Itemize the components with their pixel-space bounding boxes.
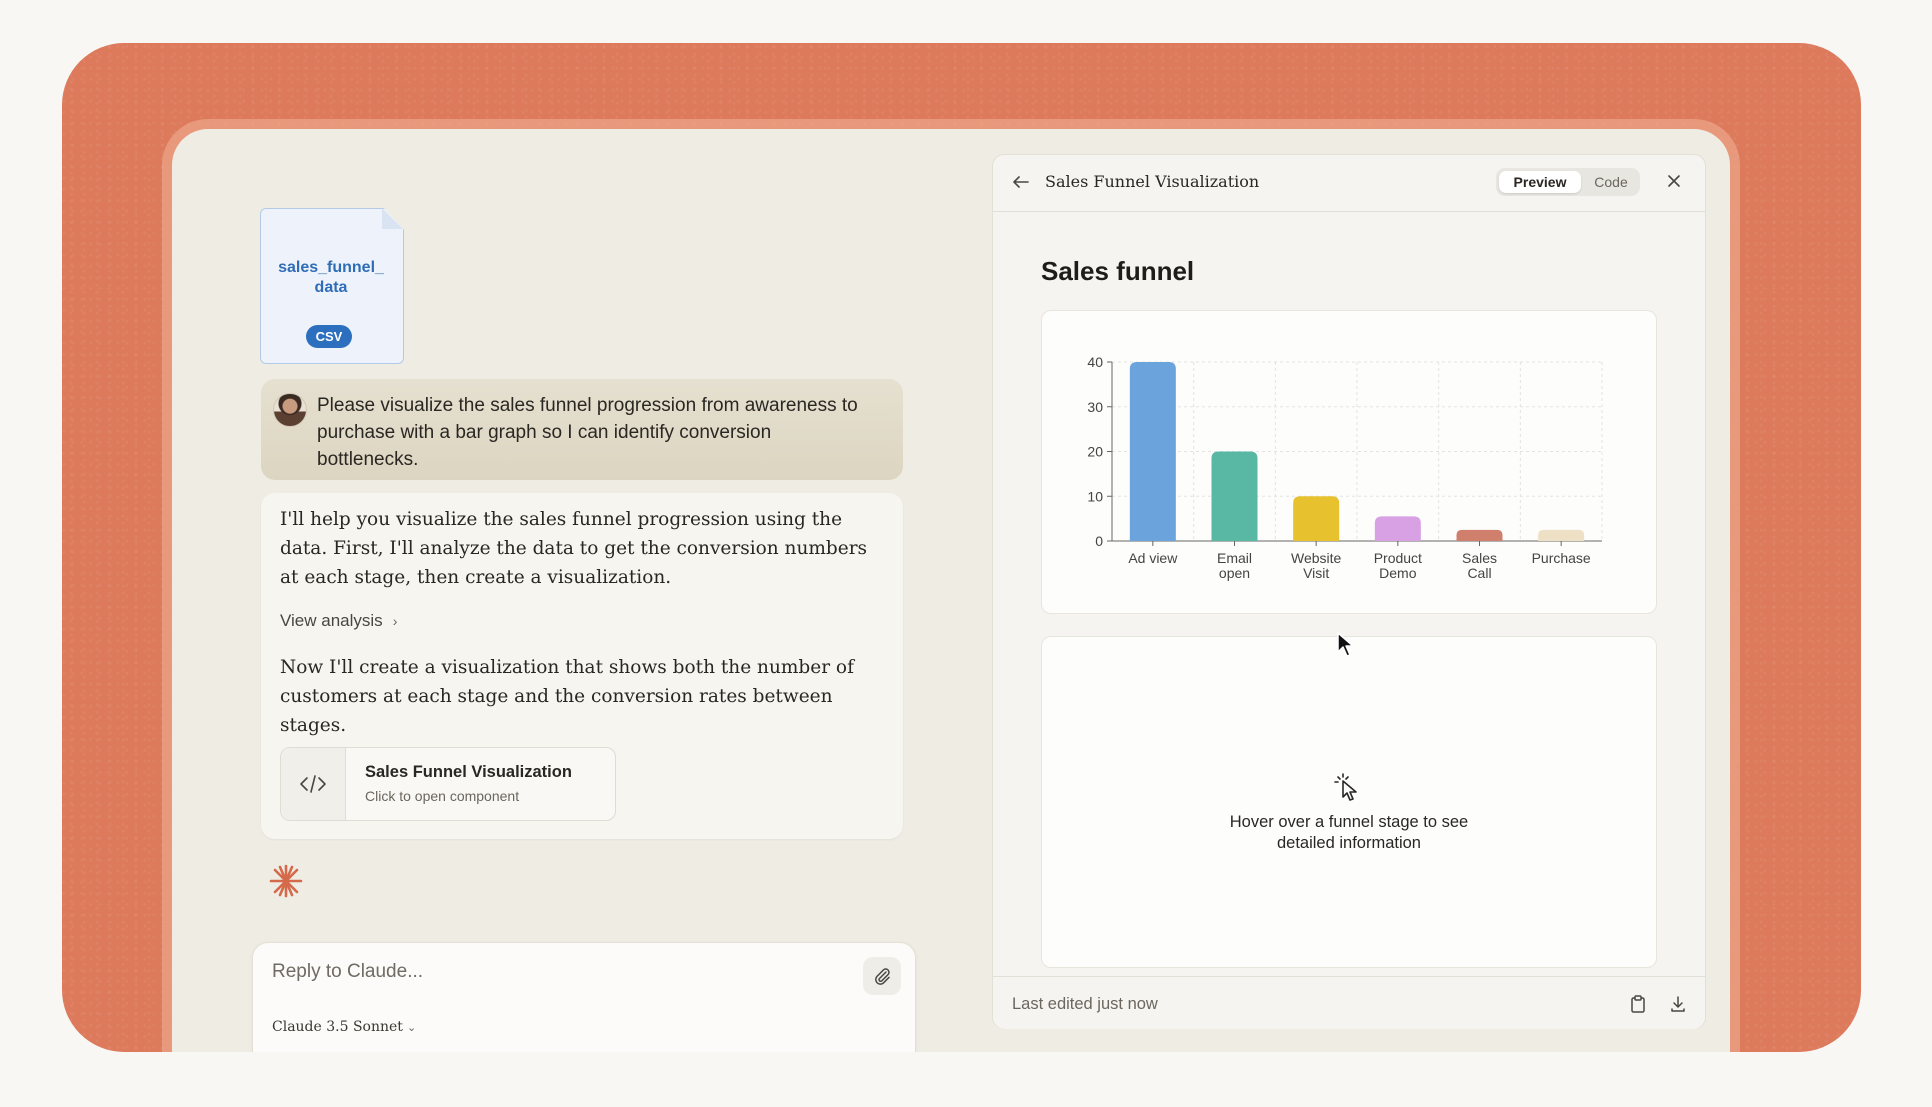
reply-composer[interactable]: Reply to Claude... Claude 3.5 Sonnet ⌄	[252, 942, 916, 1052]
x-tick-label: open	[1219, 565, 1250, 581]
file-name: sales_funnel_ data	[260, 258, 402, 298]
background-frame: sales_funnel_ data CSV Please visualize …	[62, 43, 1861, 1052]
x-tick-label: Purchase	[1532, 550, 1591, 566]
chevron-down-icon: ⌄	[406, 1021, 417, 1034]
bar-sales-call	[1456, 529, 1503, 541]
x-tick-label: Ad view	[1128, 550, 1178, 566]
model-selector[interactable]: Claude 3.5 Sonnet ⌄	[272, 1019, 416, 1035]
x-tick-label: Demo	[1379, 565, 1417, 581]
download-icon[interactable]	[1669, 994, 1687, 1019]
close-icon[interactable]	[1665, 172, 1683, 195]
x-tick-label: Call	[1467, 565, 1491, 581]
artifact-card[interactable]: Sales Funnel Visualization Click to open…	[280, 747, 616, 821]
file-name-text: sales_funnel_ data	[278, 259, 384, 296]
artifact-title: Sales Funnel Visualization	[365, 763, 572, 781]
y-tick-label: 30	[1087, 399, 1103, 415]
y-tick-label: 40	[1087, 354, 1103, 370]
panel-header: Sales Funnel Visualization Preview Code	[993, 155, 1705, 212]
stage-details-card: Hover over a funnel stage to see detaile…	[1041, 636, 1657, 968]
view-analysis-label: View analysis	[280, 611, 383, 630]
assistant-message: I'll help you visualize the sales funnel…	[261, 493, 903, 839]
pointer-click-icon	[1332, 772, 1362, 807]
x-tick-label: Website	[1291, 550, 1342, 566]
bar-email-open	[1211, 451, 1258, 541]
attach-button[interactable]	[863, 957, 901, 995]
mouse-cursor-icon	[1336, 631, 1358, 664]
chart-card: 0 10 20 30 40 Ad view Email open Website Visit Pro…	[1041, 310, 1657, 614]
x-tick-label: Product	[1374, 550, 1422, 566]
hover-hint: Hover over a funnel stage to see detaile…	[1042, 812, 1656, 854]
hover-hint-line-2: detailed information	[1276, 834, 1421, 852]
x-tick-label: Sales	[1462, 550, 1497, 566]
back-arrow-icon[interactable]	[1011, 173, 1031, 196]
reply-input[interactable]: Reply to Claude...	[272, 961, 423, 983]
code-icon	[281, 748, 346, 820]
y-tick-label: 20	[1087, 444, 1103, 460]
app-window: sales_funnel_ data CSV Please visualize …	[172, 129, 1730, 1052]
y-tick-label: 0	[1095, 533, 1103, 549]
bar-ad-view	[1129, 362, 1176, 541]
artifact-subtitle: Click to open component	[365, 788, 520, 804]
panel-footer: Last edited just now	[993, 976, 1705, 1029]
bar-website-visit	[1293, 496, 1340, 541]
tab-code[interactable]: Code	[1586, 171, 1636, 193]
tab-preview[interactable]: Preview	[1499, 171, 1581, 193]
view-toggle: Preview Code	[1496, 168, 1640, 196]
user-avatar	[273, 393, 307, 427]
paperclip-icon	[875, 968, 890, 985]
file-corner-fold	[382, 208, 403, 229]
bar-product-demo	[1374, 516, 1421, 541]
panel-title: Sales Funnel Visualization	[1045, 172, 1260, 191]
claude-spark-icon	[268, 863, 304, 904]
chevron-right-icon: ›	[392, 613, 398, 629]
chart-heading: Sales funnel	[1041, 256, 1195, 286]
model-name: Claude 3.5 Sonnet	[272, 1019, 403, 1035]
x-tick-label: Visit	[1303, 565, 1329, 581]
last-edited-status: Last edited just now	[1012, 995, 1158, 1013]
user-message-text: Please visualize the sales funnel progre…	[317, 395, 858, 470]
artifact-panel: Sales Funnel Visualization Preview Code …	[992, 154, 1706, 1029]
file-type-badge: CSV	[306, 325, 352, 348]
assistant-paragraph-2: Now I'll create a visualization that sho…	[280, 657, 854, 736]
clipboard-icon[interactable]	[1629, 994, 1647, 1019]
assistant-paragraph-1: I'll help you visualize the sales funnel…	[280, 509, 868, 588]
user-message: Please visualize the sales funnel progre…	[261, 379, 903, 480]
view-analysis-link[interactable]: View analysis ›	[280, 611, 397, 631]
hover-hint-line-1: Hover over a funnel stage to see	[1229, 813, 1469, 831]
x-tick-label: Email	[1217, 550, 1252, 566]
bar-purchase	[1538, 529, 1585, 541]
y-tick-label: 10	[1087, 488, 1103, 504]
sales-funnel-bar-chart[interactable]: 0 10 20 30 40 Ad view Emailopen WebsiteVisit Pro…	[1042, 311, 1656, 613]
